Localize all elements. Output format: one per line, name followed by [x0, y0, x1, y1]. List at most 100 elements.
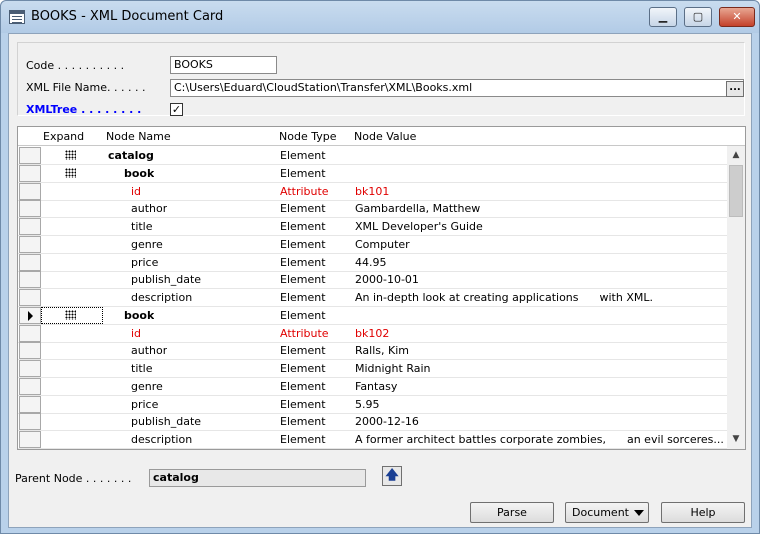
node-name-cell[interactable]: description [131, 433, 192, 446]
node-type-cell[interactable]: Element [280, 433, 326, 446]
node-name-cell[interactable]: publish_date [131, 273, 201, 286]
column-header-node-value[interactable]: Node Value [354, 130, 416, 143]
grid-row[interactable]: description Element An in-depth look at cr… [18, 289, 727, 307]
node-value-cell[interactable]: 44.95 [355, 256, 723, 269]
grid-row[interactable]: genre Element Fantasy [18, 377, 727, 396]
node-name-cell[interactable]: id [131, 327, 141, 340]
node-name-cell[interactable]: book [124, 167, 154, 180]
grid-row[interactable]: price Element 44.95 [18, 253, 727, 272]
grid-row[interactable]: book Element [18, 306, 727, 325]
grid-row[interactable]: title Element Midnight Rain [18, 360, 727, 378]
node-value-cell[interactable]: A former architect battles corporate zom… [355, 433, 723, 446]
grid-row[interactable]: publish_date Element 2000-10-01 [18, 271, 727, 290]
row-selector[interactable] [19, 147, 41, 164]
row-selector[interactable] [19, 253, 41, 271]
grid-row[interactable]: genre Element Computer [18, 235, 727, 254]
help-button[interactable]: Help [661, 502, 745, 523]
node-name-cell[interactable]: author [131, 202, 167, 215]
row-selector[interactable] [19, 271, 41, 289]
grid-row[interactable]: author Element Ralls, Kim [18, 342, 727, 361]
expand-toggle-icon[interactable] [65, 167, 76, 178]
node-value-cell[interactable]: Ralls, Kim [355, 344, 723, 357]
row-selector[interactable] [19, 289, 41, 306]
grid-row[interactable]: description Element A former architect bat… [18, 431, 727, 449]
row-selector[interactable] [19, 200, 41, 218]
code-field[interactable]: BOOKS [170, 56, 277, 74]
node-type-cell[interactable]: Element [280, 380, 326, 393]
node-value-cell[interactable]: XML Developer's Guide [355, 220, 723, 233]
row-selector[interactable] [19, 324, 41, 342]
node-type-cell[interactable]: Element [280, 149, 326, 162]
node-type-cell[interactable]: Attribute [280, 185, 329, 198]
grid-row[interactable]: title Element XML Developer's Guide [18, 218, 727, 236]
node-type-cell[interactable]: Element [280, 256, 326, 269]
node-type-cell[interactable]: Element [280, 238, 326, 251]
column-header-node-type[interactable]: Node Type [279, 130, 336, 143]
node-value-cell[interactable]: An in-depth look at creating application… [355, 291, 723, 304]
maximize-button[interactable]: ▢ [684, 7, 712, 27]
expand-toggle-icon[interactable] [65, 150, 76, 160]
row-selector[interactable] [19, 164, 41, 182]
grid-row[interactable]: id Attribute bk101 [18, 182, 727, 201]
xmltree-checkbox[interactable]: ✓ [170, 103, 183, 116]
document-menu-button[interactable]: Document [565, 502, 649, 523]
xml-file-name-field[interactable]: C:\Users\Eduard\CloudStation\Transfer\XM… [170, 79, 744, 97]
node-name-cell[interactable]: author [131, 344, 167, 357]
node-name-cell[interactable]: title [131, 362, 153, 375]
node-value-cell[interactable]: bk102 [355, 327, 723, 340]
node-type-cell[interactable]: Element [280, 202, 326, 215]
node-type-cell[interactable]: Element [280, 344, 326, 357]
grid-row[interactable]: catalog Element [18, 147, 727, 165]
row-selector[interactable] [19, 360, 41, 377]
node-value-cell[interactable]: 2000-10-01 [355, 273, 723, 286]
row-selector[interactable] [19, 431, 41, 448]
vertical-scrollbar[interactable]: ▲ ▼ [727, 146, 745, 449]
node-name-cell[interactable]: catalog [108, 149, 154, 162]
node-value-cell[interactable]: bk101 [355, 185, 723, 198]
row-selector[interactable] [19, 218, 41, 235]
node-value-cell[interactable]: Fantasy [355, 380, 723, 393]
parse-button[interactable]: Parse [470, 502, 554, 523]
grid-row[interactable]: id Attribute bk102 [18, 324, 727, 343]
node-name-cell[interactable]: publish_date [131, 415, 201, 428]
scroll-down-icon[interactable]: ▼ [727, 431, 745, 448]
node-type-cell[interactable]: Element [280, 415, 326, 428]
node-name-cell[interactable]: id [131, 185, 141, 198]
scroll-thumb[interactable] [729, 165, 743, 217]
grid-row[interactable]: price Element 5.95 [18, 395, 727, 414]
node-value-cell[interactable]: Midnight Rain [355, 362, 723, 375]
row-selector[interactable] [19, 377, 41, 395]
node-value-cell[interactable]: Gambardella, Matthew [355, 202, 723, 215]
grid-row[interactable]: publish_date Element 2000-12-16 [18, 413, 727, 432]
node-type-cell[interactable]: Element [280, 309, 326, 322]
node-type-cell[interactable]: Element [280, 398, 326, 411]
grid-row[interactable]: author Element Gambardella, Matthew [18, 200, 727, 219]
node-type-cell[interactable]: Element [280, 291, 326, 304]
close-button[interactable]: ✕ [719, 7, 755, 27]
row-selector[interactable] [19, 306, 41, 324]
row-selector[interactable] [19, 413, 41, 431]
minimize-button[interactable]: ▁ [649, 7, 677, 27]
node-name-cell[interactable]: description [131, 291, 192, 304]
node-type-cell[interactable]: Element [280, 273, 326, 286]
grid-row[interactable]: book Element [18, 164, 727, 183]
row-selector[interactable] [19, 395, 41, 413]
node-type-cell[interactable]: Attribute [280, 327, 329, 340]
go-to-parent-button[interactable]: 🡅 [382, 466, 402, 486]
node-value-cell[interactable]: 5.95 [355, 398, 723, 411]
column-header-expand[interactable]: Expand [43, 130, 84, 143]
node-name-cell[interactable]: genre [131, 380, 163, 393]
node-type-cell[interactable]: Element [280, 167, 326, 180]
file-lookup-button[interactable]: ... [726, 81, 744, 97]
node-type-cell[interactable]: Element [280, 362, 326, 375]
title-bar[interactable]: BOOKS - XML Document Card ▁ ▢ ✕ [1, 1, 759, 33]
row-selector[interactable] [19, 342, 41, 360]
row-selector[interactable] [19, 235, 41, 253]
column-header-node-name[interactable]: Node Name [106, 130, 171, 143]
node-name-cell[interactable]: genre [131, 238, 163, 251]
node-name-cell[interactable]: price [131, 256, 158, 269]
node-name-cell[interactable]: price [131, 398, 158, 411]
node-value-cell[interactable]: Computer [355, 238, 723, 251]
node-type-cell[interactable]: Element [280, 220, 326, 233]
node-name-cell[interactable]: title [131, 220, 153, 233]
